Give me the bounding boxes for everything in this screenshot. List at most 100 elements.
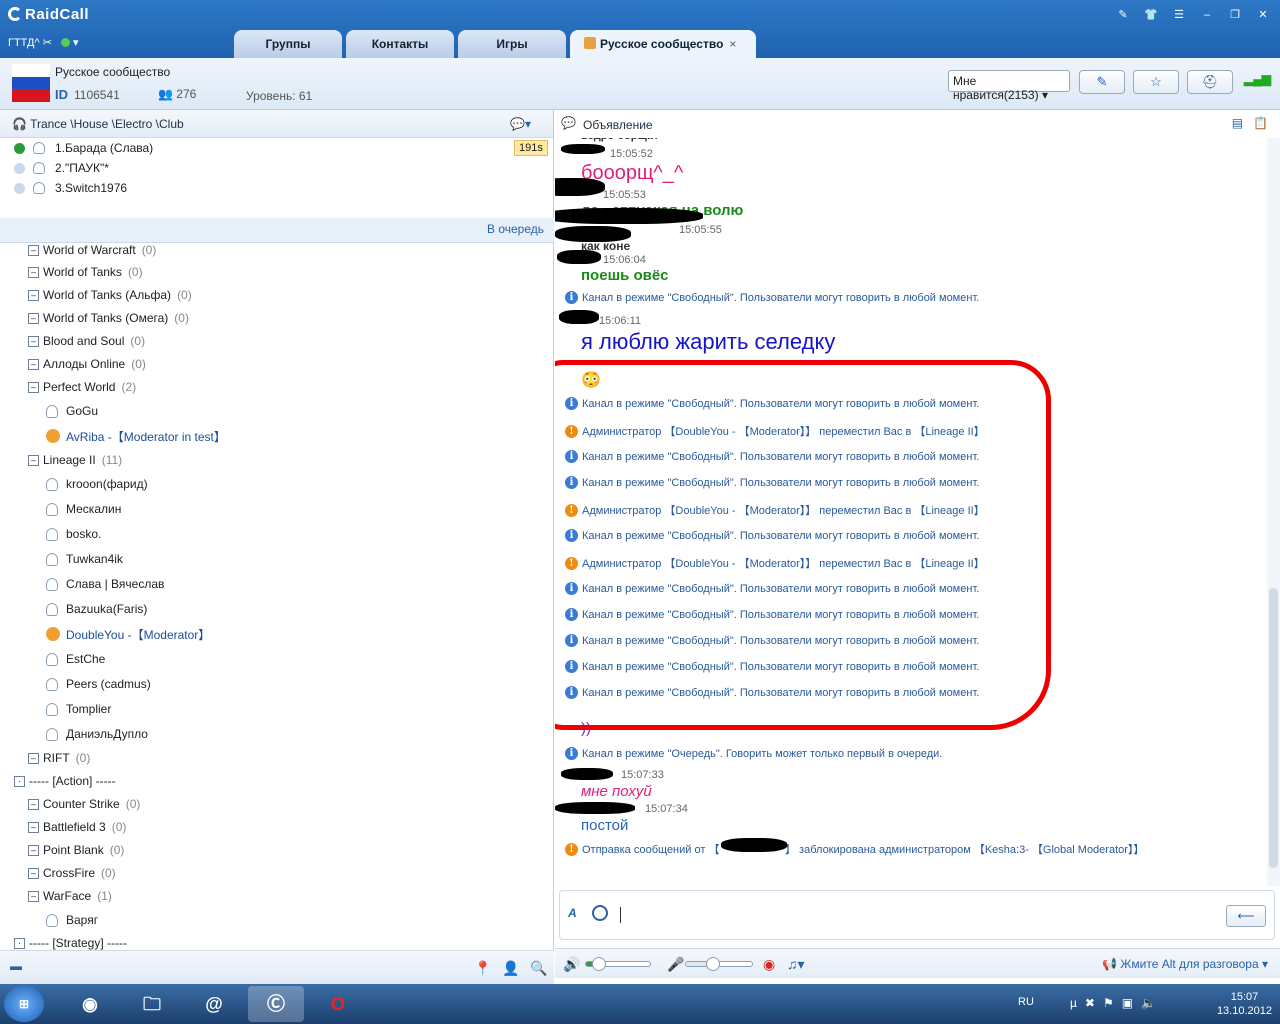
edit-icon[interactable]: ✎	[1112, 6, 1134, 24]
opera-icon[interactable]: O	[310, 986, 366, 1022]
tab-games[interactable]: Игры	[458, 30, 566, 58]
chrome-icon[interactable]: ◉	[62, 986, 118, 1022]
speak-mode-icon[interactable]: 💬▾	[510, 117, 531, 131]
channel-item[interactable]: – Counter Strike (0)	[28, 793, 140, 815]
redaction-scribble	[555, 208, 703, 224]
edit-profile-button[interactable]: ✎	[1079, 70, 1125, 94]
utorrent-icon[interactable]: µ	[1070, 996, 1077, 1010]
close-tab-icon[interactable]: ×	[729, 37, 736, 51]
mail-agent-icon[interactable]: @	[186, 986, 242, 1022]
tree-label: World of Warcraft	[43, 243, 136, 257]
join-queue-link[interactable]: В очередь	[0, 218, 554, 242]
user-item[interactable]: krooon(фарид)	[46, 473, 154, 495]
channel-item[interactable]: · ----- [Action] -----	[14, 770, 122, 792]
channel-item[interactable]: – Point Blank (0)	[28, 839, 124, 861]
red-highlight-scribble	[555, 360, 1051, 730]
queue-item[interactable]: 1.Барада (Слава)	[0, 138, 554, 158]
user-item[interactable]: Peers (cadmus)	[46, 673, 157, 695]
channel-item[interactable]: – Аллоды Online (0)	[28, 353, 146, 375]
close-button[interactable]: ✕	[1252, 6, 1274, 24]
user-item[interactable]: DoubleYou -【Moderator】	[46, 623, 216, 645]
collapse-icon[interactable]: ▬	[10, 959, 22, 973]
music-icon[interactable]: ♫▾	[787, 956, 805, 973]
scroll-thumb[interactable]	[1269, 588, 1278, 868]
message-input[interactable]: A ⟵	[559, 890, 1275, 940]
user-icon[interactable]: 👤	[502, 960, 519, 977]
announcement-header[interactable]: 💬 Объявление ▤ 📋	[555, 110, 1280, 138]
tree-label: DoubleYou -【Moderator】	[66, 627, 211, 642]
user-icon	[46, 913, 58, 927]
user-item[interactable]: Tuwkan4ik	[46, 548, 129, 570]
likes-dropdown[interactable]: Мне нравится(2153) ▾	[948, 70, 1070, 102]
search-icon[interactable]: 🔍	[530, 960, 547, 977]
channel-item[interactable]: – World of Tanks (Альфа) (0)	[28, 284, 192, 306]
channel-item[interactable]: – WarFace (1)	[28, 885, 112, 907]
user-item[interactable]: Слава | Вячеслав	[46, 573, 170, 595]
channel-item[interactable]: – World of Tanks (Омега) (0)	[28, 307, 189, 329]
location-icon[interactable]: 📍	[474, 960, 491, 977]
windows-taskbar: ⊞ ◉ 🗀 @ Ⓒ O RU µ ✖ ⚑ ▣ 🔈 15:07 13.10.2012	[0, 984, 1280, 1024]
maximize-button[interactable]: ❐	[1224, 6, 1246, 24]
channel-item[interactable]: – Battlefield 3 (0)	[28, 816, 126, 838]
channel-item[interactable]: · ----- [Strategy] -----	[14, 932, 133, 950]
status-selector[interactable]: ГТТД^ ✂ ▾	[8, 36, 79, 49]
chat-scrollbar[interactable]	[1267, 138, 1280, 886]
menu-icon[interactable]: ☰	[1168, 6, 1190, 24]
speaker-volume-icon[interactable]: 🔊	[563, 956, 580, 973]
minimize-button[interactable]: –	[1196, 6, 1218, 24]
channel-item[interactable]: – Blood and Soul (0)	[28, 330, 145, 352]
channel-item[interactable]: – World of Warcraft (0)	[28, 243, 156, 261]
font-icon[interactable]: A	[568, 906, 577, 920]
tree-label: GoGu	[66, 404, 99, 418]
notes-icon[interactable]: 📋	[1253, 116, 1268, 130]
tab-groups[interactable]: Группы	[234, 30, 342, 58]
user-item[interactable]: bosko.	[46, 523, 107, 545]
user-item[interactable]: Мескалин	[46, 498, 127, 520]
clock[interactable]: 15:07 13.10.2012	[1217, 990, 1272, 1018]
send-button[interactable]: ⟵	[1226, 905, 1266, 927]
channel-item[interactable]: – World of Tanks (0)	[28, 261, 143, 283]
user-item[interactable]: Bazuuka(Faris)	[46, 598, 153, 620]
tab-contacts[interactable]: Контакты	[346, 30, 454, 58]
user-item[interactable]: AvRiba -【Moderator in test】	[46, 425, 232, 447]
channel-item[interactable]: – Perfect World (2)	[28, 376, 136, 398]
channel-item[interactable]: – CrossFire (0)	[28, 862, 116, 884]
list-view-icon[interactable]: ▤	[1232, 116, 1243, 130]
emoji-icon[interactable]	[592, 905, 608, 921]
raidcall-taskbar-icon[interactable]: Ⓒ	[248, 986, 304, 1022]
member-count: (11)	[101, 453, 123, 467]
collapse-box-icon: –	[28, 289, 39, 301]
user-item[interactable]: Варяг	[46, 909, 104, 931]
tray-icon[interactable]: ✖	[1085, 996, 1095, 1010]
channel-item[interactable]: – Lineage II (11)	[28, 449, 122, 471]
user-item[interactable]: Tomplier	[46, 698, 117, 720]
explorer-icon[interactable]: 🗀	[124, 986, 180, 1022]
current-channel[interactable]: 🎧 Trance \House \Electro \Club	[0, 110, 553, 138]
volume-knob[interactable]	[592, 957, 607, 971]
volume-icon[interactable]: 🔈	[1141, 996, 1156, 1010]
network-icon[interactable]: ▣	[1122, 996, 1133, 1010]
user-item[interactable]: GoGu	[46, 400, 104, 422]
user-icon	[46, 527, 58, 541]
volume-slider[interactable]	[585, 957, 651, 971]
record-icon[interactable]: ◉	[763, 956, 775, 973]
push-to-talk-hint[interactable]: 📢 Жмите Alt для разговора ▾	[1102, 957, 1268, 971]
tree-label: Peers (cadmus)	[66, 677, 151, 691]
favorite-button[interactable]: ☆	[1133, 70, 1179, 94]
queue-item[interactable]: 2."ПАУК"*	[0, 158, 554, 178]
flag-icon[interactable]: ⚑	[1103, 996, 1114, 1010]
skin-icon[interactable]: 👕	[1140, 6, 1162, 24]
mic-slider[interactable]	[685, 957, 753, 971]
member-count: (0)	[127, 265, 143, 279]
user-item[interactable]: EstChe	[46, 648, 111, 670]
mic-knob[interactable]	[706, 957, 721, 971]
queue-item[interactable]: 3.Switch1976	[0, 178, 554, 198]
raidcall-window: RaidCall ГТТД^ ✂ ▾ Группы Контакты Игры …	[0, 0, 1280, 984]
user-item[interactable]: ДаниэльДупло	[46, 723, 154, 745]
language-indicator[interactable]: RU	[1018, 996, 1034, 1008]
microphone-icon[interactable]: 🎤	[667, 956, 684, 973]
channel-item[interactable]: – RIFT (0)	[28, 747, 90, 769]
tab-russian-community[interactable]: Русское сообщество ×	[570, 30, 756, 58]
channel-settings-button[interactable]: ⛑	[1187, 70, 1233, 94]
start-button[interactable]: ⊞	[4, 986, 44, 1022]
